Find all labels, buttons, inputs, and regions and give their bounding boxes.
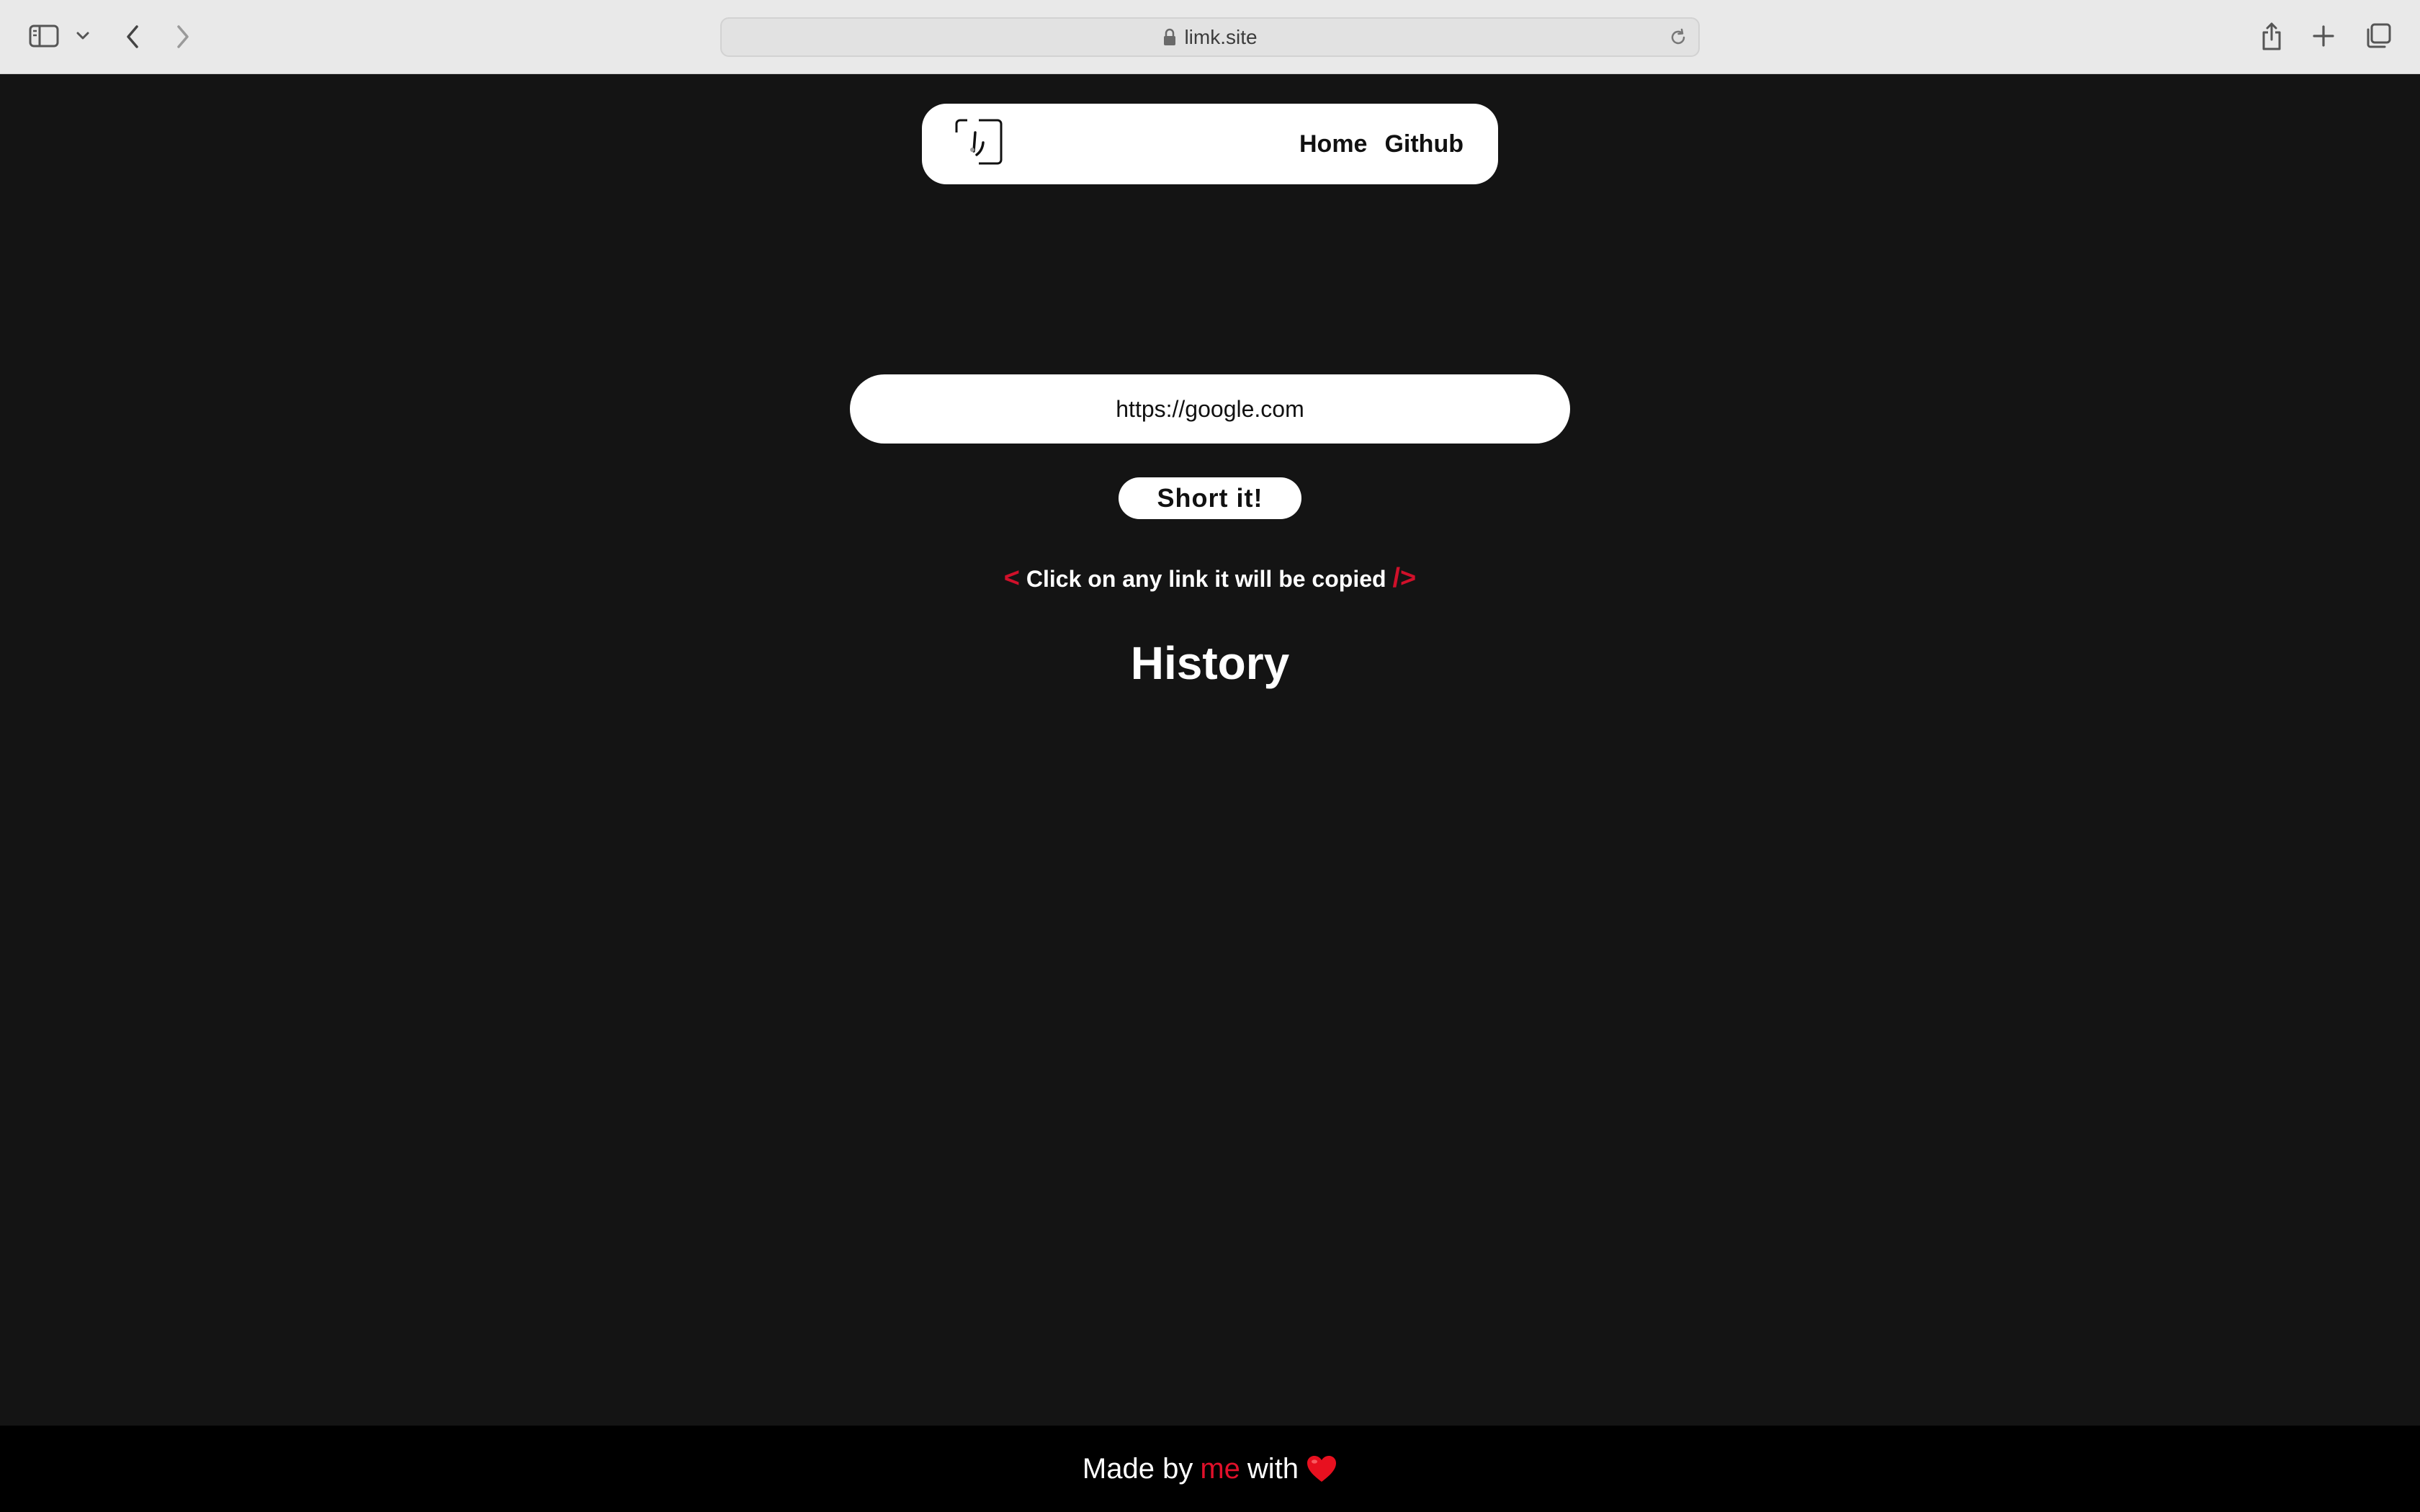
logo-icon[interactable] — [954, 118, 1003, 167]
chevron-down-icon[interactable] — [75, 30, 91, 42]
footer-with: with — [1247, 1452, 1299, 1485]
footer: Made by me with — [0, 1426, 2420, 1512]
footer-made-by: Made by — [1082, 1452, 1193, 1485]
share-icon[interactable] — [2259, 19, 2285, 53]
hint-text: Click on any link it will be copied — [1026, 566, 1386, 592]
heart-icon — [1306, 1454, 1337, 1483]
sidebar-icon[interactable] — [27, 23, 60, 49]
nav-link-github[interactable]: Github — [1384, 130, 1464, 158]
plus-icon[interactable] — [2311, 22, 2336, 50]
short-it-button[interactable]: Short it! — [1119, 477, 1301, 519]
footer-me-link[interactable]: me — [1200, 1453, 1240, 1485]
address-bar[interactable]: limk.site — [720, 17, 1700, 57]
nav-links: Home Github — [1299, 104, 1464, 184]
hint-open-bracket: < — [1003, 563, 1020, 593]
lock-icon — [1162, 28, 1177, 47]
nav-link-home[interactable]: Home — [1299, 130, 1367, 158]
copy-hint: < Click on any link it will be copied /> — [994, 563, 1426, 594]
navbar: Home Github — [922, 104, 1498, 184]
browser-toolbar: limk.site — [0, 0, 2420, 74]
chevron-right-icon[interactable] — [173, 23, 193, 50]
tab-overview-icon[interactable] — [2364, 22, 2393, 50]
url-input[interactable] — [850, 374, 1570, 444]
reload-icon[interactable] — [1668, 27, 1688, 48]
history-title: History — [1130, 637, 1290, 689]
hint-close-bracket: /> — [1392, 563, 1417, 593]
address-bar-url: limk.site — [1184, 25, 1258, 48]
chevron-left-icon[interactable] — [122, 23, 143, 50]
